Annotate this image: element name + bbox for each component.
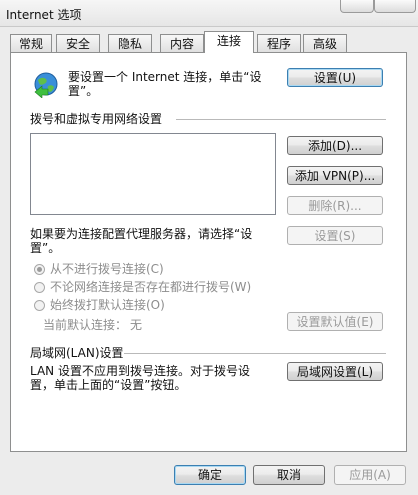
- lan-section-title: 局域网(LAN)设置: [30, 346, 124, 360]
- cancel-button[interactable]: 取消: [253, 465, 325, 485]
- proxy-description-line2: 置”。: [30, 241, 61, 255]
- radio-selected-dot: [37, 267, 42, 272]
- tab-programs[interactable]: 程序: [257, 34, 301, 52]
- tab-general[interactable]: 常规: [10, 34, 52, 52]
- close-button[interactable]: [374, 0, 416, 13]
- proxy-description-line1: 如果要为连接配置代理服务器，请选择“设: [30, 227, 253, 241]
- radio-never-dial-label: 从不进行拨号连接(C): [50, 262, 164, 276]
- connections-list[interactable]: [30, 133, 276, 215]
- remove-button[interactable]: 删除(R)...: [287, 196, 383, 215]
- tab-privacy[interactable]: 隐私: [108, 34, 152, 52]
- radio-always-dial-default-label: 始终拨打默认连接(O): [50, 298, 165, 312]
- title-bar: Internet 选项: [0, 0, 418, 27]
- dialup-section-title: 拨号和虚拟专用网络设置: [30, 112, 163, 126]
- ok-button[interactable]: 确定: [174, 465, 246, 485]
- help-button[interactable]: [340, 0, 374, 13]
- radio-never-dial[interactable]: [34, 264, 45, 275]
- tab-connections[interactable]: 连接: [204, 31, 254, 53]
- current-default-label: 当前默认连接：: [43, 318, 128, 332]
- add-button[interactable]: 添加(D)...: [287, 136, 383, 155]
- setup-description-line2: 置”。: [68, 84, 99, 98]
- tab-security[interactable]: 安全: [56, 34, 100, 52]
- window-title: Internet 选项: [6, 8, 82, 22]
- dialup-separator: [176, 119, 386, 120]
- lan-description-line1: LAN 设置不应用到拨号连接。对于拨号设: [30, 364, 250, 378]
- setup-description-line1: 要设置一个 Internet 连接，单击“设: [68, 70, 262, 84]
- radio-always-dial-default[interactable]: [34, 300, 45, 311]
- setup-button[interactable]: 设置(U): [287, 68, 383, 87]
- apply-button[interactable]: 应用(A): [334, 465, 406, 485]
- proxy-settings-button[interactable]: 设置(S): [287, 226, 383, 245]
- radio-dial-when-no-network-label: 不论网络连接是否存在都进行拨号(W): [50, 280, 252, 294]
- tab-content[interactable]: 内容: [160, 34, 204, 52]
- lan-separator: [124, 353, 386, 354]
- set-default-button[interactable]: 设置默认值(E): [287, 312, 383, 331]
- add-vpn-button[interactable]: 添加 VPN(P)...: [287, 166, 383, 185]
- lan-settings-button[interactable]: 局域网设置(L): [287, 362, 383, 381]
- network-globe-icon: [34, 72, 58, 98]
- radio-dial-when-no-network[interactable]: [34, 282, 45, 293]
- lan-description-line2: 置，单击上面的“设置”按钮。: [30, 378, 187, 392]
- tab-advanced[interactable]: 高级: [303, 34, 347, 52]
- current-default-value: 无: [130, 318, 143, 332]
